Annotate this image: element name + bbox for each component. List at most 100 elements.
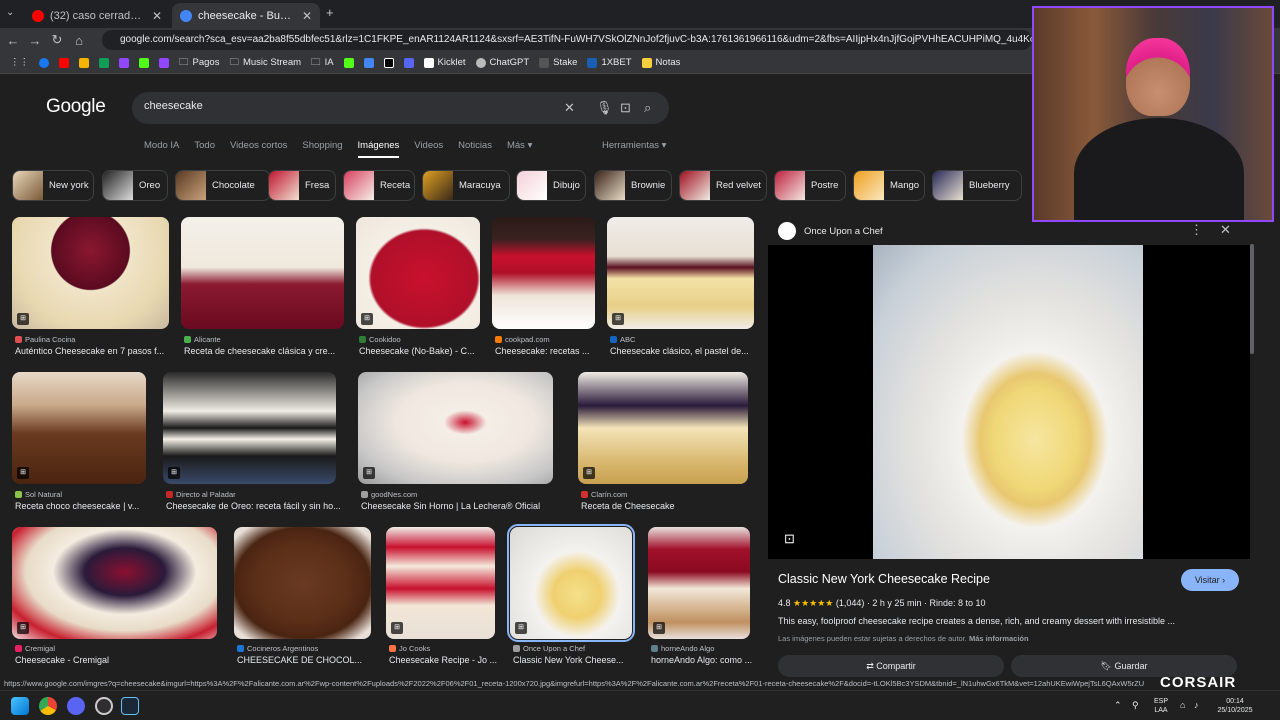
forward-icon[interactable]: → — [24, 33, 46, 48]
language-indicator[interactable]: ESP LAA — [1150, 697, 1172, 715]
recipe-title[interactable]: Classic New York Cheesecake Recipe — [778, 572, 990, 586]
image-result-selected[interactable]: ⊞ Once Upon a Chef Classic New York Chee… — [507, 524, 635, 669]
result-caption[interactable]: Receta de Cheesecake — [581, 501, 751, 511]
result-image[interactable] — [356, 217, 480, 329]
bookmark-kicklet[interactable]: Kicklet — [420, 57, 470, 68]
bookmark-music-stream[interactable]: 🗀 Music Stream — [225, 55, 305, 71]
kick-bookmark-icon[interactable] — [340, 57, 358, 68]
image-result[interactable]: ⊞ Cremigal Cheesecake - Cremigal — [12, 527, 217, 669]
tab-shopping[interactable]: Shopping — [302, 140, 342, 158]
result-caption[interactable]: horneAndo Algo: como ... — [651, 655, 753, 665]
image-result[interactable]: ⊞ Clarín.com Receta de Cheesecake — [578, 372, 748, 514]
bookmark-icon[interactable] — [75, 57, 93, 68]
result-caption[interactable]: Receta de cheesecake clásica y cre... — [184, 346, 347, 356]
tab-mas[interactable]: Más ▾ — [507, 140, 532, 158]
youtube-bookmark-icon[interactable] — [55, 57, 73, 68]
chip-fresa[interactable]: Fresa — [268, 170, 336, 201]
search-input[interactable]: cheesecake — [144, 100, 203, 112]
share-button[interactable]: ⇄ Compartir — [778, 655, 1004, 677]
result-caption[interactable]: Cheesecake: recetas ... — [495, 346, 598, 356]
bookmark-stake[interactable]: Stake — [535, 57, 581, 68]
chip-mango[interactable]: Mango — [853, 170, 925, 201]
tab-videos[interactable]: Videos — [414, 140, 443, 158]
chip-oreo[interactable]: Oreo — [102, 170, 168, 201]
windows-start-icon[interactable] — [11, 697, 29, 715]
search-icon[interactable]: ⌕ — [644, 100, 651, 116]
lens-icon[interactable]: ⊡ — [620, 100, 631, 116]
result-image[interactable] — [163, 372, 336, 484]
steam-icon[interactable] — [121, 697, 139, 715]
preview-image[interactable]: ⊡ — [768, 245, 1250, 559]
image-result[interactable]: ⊞ horneAndo Algo horneAndo Algo: como ..… — [648, 527, 753, 669]
result-caption[interactable]: Cheesecake (No-Bake) - C... — [359, 346, 483, 356]
chip-chocolate[interactable]: Chocolate — [175, 170, 271, 201]
more-options-icon[interactable]: ⋮ — [1190, 222, 1203, 238]
microphone-icon[interactable]: 🎙 — [596, 100, 613, 116]
tab-youtube[interactable]: (32) caso cerrado halloween - Y ✕ — [24, 3, 170, 28]
image-result[interactable]: ⊞ Directo al Paladar Cheesecake de Oreo:… — [163, 372, 341, 514]
google-logo[interactable]: Google — [46, 96, 106, 118]
clear-icon[interactable]: ✕ — [564, 100, 575, 116]
back-icon[interactable]: ← — [2, 33, 24, 48]
result-image[interactable] — [358, 372, 553, 484]
discord-icon[interactable] — [67, 697, 85, 715]
image-result[interactable]: ⊞ ABC Cheesecake clásico, el pastel de..… — [607, 217, 754, 360]
bookmark-icon[interactable] — [95, 57, 113, 68]
image-result[interactable]: ⊞ Sol Natural Receta choco cheesecake | … — [12, 372, 146, 514]
chip-new-york[interactable]: New york — [12, 170, 94, 201]
result-image[interactable] — [234, 527, 371, 639]
result-caption[interactable]: Cheesecake Recipe - Jo ... — [389, 655, 498, 665]
reload-icon[interactable]: ↻ — [46, 32, 68, 48]
lens-search-icon[interactable]: ⊡ — [784, 531, 795, 547]
result-caption[interactable]: Cheesecake clásico, el pastel de... — [610, 346, 757, 356]
result-caption[interactable]: Cheesecake - Cremigal — [15, 655, 220, 665]
chip-postre[interactable]: Postre — [774, 170, 846, 201]
more-info-link[interactable]: Más información — [969, 634, 1029, 643]
result-caption[interactable]: Auténtico Cheesecake en 7 pasos f... — [15, 346, 172, 356]
facebook-bookmark-icon[interactable] — [35, 57, 53, 68]
close-icon[interactable]: ✕ — [302, 9, 312, 23]
tiktok-bookmark-icon[interactable] — [380, 57, 398, 68]
result-image[interactable] — [578, 372, 748, 484]
panel-scrollbar[interactable] — [1250, 244, 1254, 354]
image-result[interactable]: ⊞ Jo Cooks Cheesecake Recipe - Jo ... — [386, 527, 498, 669]
visit-button[interactable]: Visitar › — [1181, 569, 1239, 591]
image-result[interactable]: ⊞ goodNes.com Cheesecake Sin Horno | La … — [358, 372, 553, 514]
network-icon[interactable]: ⌂ — [1180, 701, 1185, 710]
tab-imagenes[interactable]: Imágenes — [357, 140, 400, 158]
chip-receta[interactable]: Receta — [343, 170, 415, 201]
bookmark-icon[interactable] — [360, 57, 378, 68]
close-icon[interactable]: ✕ — [1220, 222, 1231, 238]
clock[interactable]: 00:14 25/10/2025 — [1210, 697, 1260, 715]
tab-videos-cortos[interactable]: Videos cortos — [230, 140, 287, 158]
apps-icon[interactable]: ⋮⋮ — [6, 57, 33, 68]
address-bar[interactable]: google.com/search?sca_esv=aa2ba8f55dbfec… — [102, 30, 1032, 50]
tray-chevron-icon[interactable]: ⌃ — [1114, 701, 1122, 710]
image-result[interactable]: cookpad.com Cheesecake: recetas ... — [492, 217, 595, 360]
bookmark-notas[interactable]: Notas — [638, 57, 685, 68]
tab-todo[interactable]: Todo — [194, 140, 215, 158]
result-image[interactable] — [507, 524, 635, 642]
kick-bookmark-icon[interactable] — [135, 57, 153, 68]
image-result[interactable]: ⊞ Paulina Cocina Auténtico Cheesecake en… — [12, 217, 169, 360]
chip-maracuya[interactable]: Maracuya — [422, 170, 510, 201]
result-image[interactable] — [492, 217, 595, 329]
bookmark-1xbet[interactable]: 1XBET — [583, 57, 635, 68]
search-box[interactable]: cheesecake ✕ 🎙 ⊡ ⌕ — [132, 92, 669, 124]
chip-red-velvet[interactable]: Red velvet — [679, 170, 767, 201]
chrome-icon[interactable] — [39, 697, 57, 715]
image-result[interactable]: ⊞ Cookidoo Cheesecake (No-Bake) - C... — [356, 217, 480, 360]
result-caption[interactable]: Classic New York Cheese... — [513, 655, 629, 665]
bookmark-pagos[interactable]: 🗀 Pagos — [175, 55, 223, 71]
image-result[interactable]: Alicante Receta de cheesecake clásica y … — [181, 217, 344, 360]
result-image[interactable] — [12, 372, 146, 484]
chip-brownie[interactable]: Brownie — [594, 170, 672, 201]
result-image[interactable] — [12, 217, 169, 329]
home-icon[interactable]: ⌂ — [68, 33, 90, 48]
image-result[interactable]: Cocineros Argentinos CHEESECAKE DE CHOCO… — [234, 527, 371, 669]
result-caption[interactable]: CHEESECAKE DE CHOCOL... — [237, 655, 374, 665]
result-caption[interactable]: Cheesecake Sin Horno | La Lechera® Ofici… — [361, 501, 561, 511]
tools-button[interactable]: Herramientas ▾ — [602, 140, 666, 151]
chip-dibujo[interactable]: Dibujo — [516, 170, 586, 201]
tab-google-search[interactable]: cheesecake - Buscar con Googl ✕ — [172, 3, 320, 28]
